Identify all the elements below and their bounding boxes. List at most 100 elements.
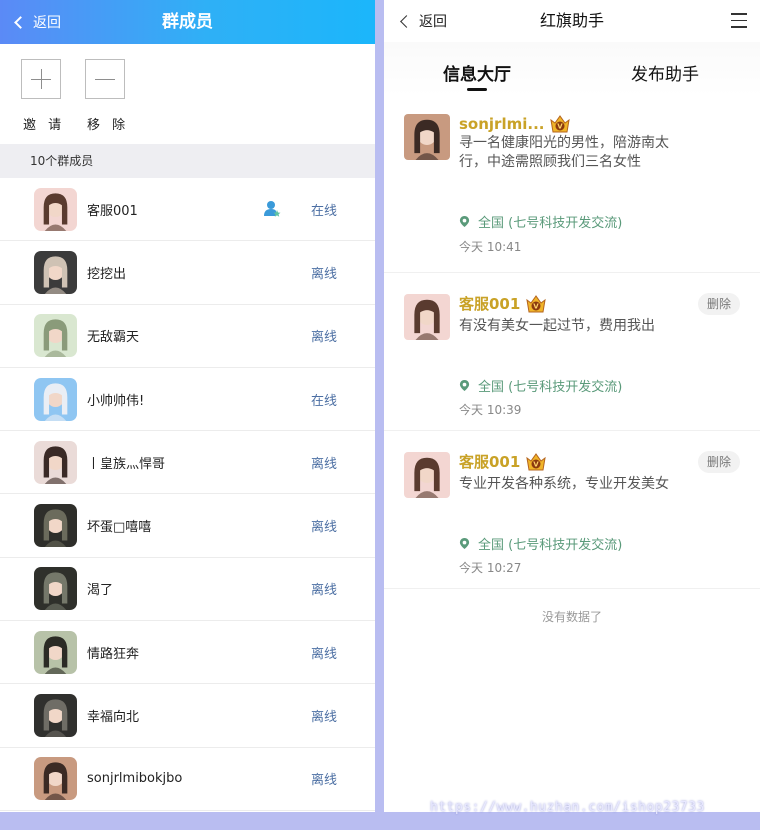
tab-info-hall[interactable]: 信息大厅 <box>443 60 511 91</box>
active-tab-indicator <box>467 88 487 91</box>
vip-crown-icon: V <box>550 115 571 133</box>
location-label: 全国 (七号科技开发交流) <box>478 380 623 395</box>
member-row[interactable]: 无敌霸天 离线 <box>0 305 375 368</box>
member-row[interactable]: sonjrlmibokjbo 离线 <box>0 748 375 811</box>
member-name: 情路狂奔 <box>87 646 140 662</box>
post-author-name: sonjrlmi... <box>459 115 545 133</box>
member-name: sonjrlmibokjbo <box>87 771 183 787</box>
location-label: 全国 (七号科技开发交流) <box>478 216 623 231</box>
member-name: 无敌霸天 <box>87 330 140 346</box>
post-content: 有没有美女一起过节，费用我出 <box>459 318 655 334</box>
member-name: 丨皇族灬悍哥 <box>87 456 166 472</box>
member-row[interactable]: 客服001 在线 <box>0 178 375 242</box>
member-list: 客服001 在线 挖挖出 离线 无敌霸天 离线 小帅帅伟! 在线 丨皇族灬悍哥 离线 坏蛋□嘻嘻 离线… <box>0 178 375 811</box>
post-location: 全国 (七号科技开发交流) <box>459 212 622 231</box>
remove-action[interactable]: 移 除 <box>85 59 125 133</box>
member-row[interactable]: 坏蛋□嘻嘻 离线 <box>0 494 375 558</box>
avatar <box>34 567 77 611</box>
member-status: 离线 <box>311 330 338 346</box>
member-status: 在线 <box>311 393 338 409</box>
location-pin-icon <box>459 538 470 549</box>
chevron-left-icon <box>400 14 413 28</box>
members-header: 返回 群成员 <box>0 0 375 44</box>
post-author-name: 客服001 <box>459 453 521 471</box>
assistant-header: 返回 红旗助手 <box>384 0 760 42</box>
avatar <box>34 250 77 294</box>
member-row[interactable]: 幸福向北 离线 <box>0 684 375 748</box>
member-count-header: 10个群成员 <box>0 144 375 178</box>
location-pin-icon <box>459 380 470 391</box>
member-name: 小帅帅伟! <box>87 393 145 409</box>
user-star-icon <box>264 201 281 217</box>
post-card[interactable]: sonjrlmi... V 寻一名健康阳光的男性，陪游南太行，中途需照顾我们三名女性… <box>384 96 760 273</box>
avatar <box>34 504 77 548</box>
watermark: https://www.huzhan.com/ishop23733 <box>430 800 705 815</box>
tab-publish-assistant[interactable]: 发布助手 <box>631 60 699 85</box>
member-actions: 邀 请 移 除 <box>0 44 375 144</box>
avatar <box>34 187 77 231</box>
member-name: 渴了 <box>87 583 114 599</box>
post-location: 全国 (七号科技开发交流) <box>459 376 622 395</box>
member-status: 离线 <box>311 773 338 789</box>
member-status: 离线 <box>311 583 338 599</box>
location-label: 全国 (七号科技开发交流) <box>478 538 623 553</box>
hamburger-menu-icon[interactable] <box>731 13 747 29</box>
tab-label: 信息大厅 <box>443 65 511 85</box>
avatar <box>404 452 450 498</box>
avatar <box>34 694 77 738</box>
chevron-left-icon <box>14 15 27 29</box>
location-pin-icon <box>459 216 470 227</box>
back-label: 返回 <box>419 14 447 30</box>
svg-text:V: V <box>534 460 540 468</box>
info-hall-panel: 返回 红旗助手 信息大厅 发布助手 sonjrlmi... V 寻一名健康阳光的男性… <box>384 0 760 812</box>
svg-text:V: V <box>534 302 540 310</box>
svg-text:V: V <box>558 123 564 131</box>
back-button[interactable]: 返回 <box>398 0 447 42</box>
invite-action[interactable]: 邀 请 <box>21 59 61 133</box>
avatar <box>34 630 77 674</box>
member-row[interactable]: 丨皇族灬悍哥 离线 <box>0 431 375 495</box>
post-content: 专业开发各种系统，专业开发美女 <box>459 476 669 492</box>
post-time: 今天 10:27 <box>459 561 522 575</box>
avatar <box>34 314 77 358</box>
post-card[interactable]: 客服001 V 有没有美女一起过节，费用我出全国 (七号科技开发交流) 今天 10:3… <box>384 273 760 431</box>
member-status: 离线 <box>311 456 338 472</box>
member-row[interactable]: 渴了 离线 <box>0 558 375 622</box>
member-name: 坏蛋□嘻嘻 <box>87 520 152 536</box>
remove-label: 移 除 <box>87 118 130 133</box>
back-button[interactable]: 返回 <box>12 0 61 44</box>
post-author: 客服001 V <box>459 451 547 472</box>
member-status: 离线 <box>311 710 338 726</box>
tab-label: 发布助手 <box>631 65 699 85</box>
member-name: 客服001 <box>87 203 138 219</box>
post-author: sonjrlmi... V <box>459 114 571 134</box>
post-list: sonjrlmi... V 寻一名健康阳光的男性，陪游南太行，中途需照顾我们三名女性… <box>384 96 760 589</box>
member-status: 离线 <box>311 520 338 536</box>
member-status: 离线 <box>311 266 338 282</box>
member-row[interactable]: 挖挖出 离线 <box>0 241 375 305</box>
member-row[interactable]: 情路狂奔 离线 <box>0 621 375 685</box>
minus-icon <box>95 79 115 80</box>
post-card[interactable]: 客服001 V 专业开发各种系统，专业开发美女全国 (七号科技开发交流) 今天 10:… <box>384 431 760 589</box>
post-content: 寻一名健康阳光的男性，陪游南太行，中途需照顾我们三名女性 <box>459 135 669 170</box>
member-name: 幸福向北 <box>87 710 140 726</box>
avatar <box>404 114 450 160</box>
post-time: 今天 10:39 <box>459 403 522 417</box>
post-location: 全国 (七号科技开发交流) <box>459 534 622 553</box>
post-author-name: 客服001 <box>459 295 521 313</box>
post-author: 客服001 V <box>459 293 547 314</box>
delete-button[interactable]: 删除 <box>698 451 740 473</box>
post-time: 今天 10:41 <box>459 240 522 254</box>
avatar <box>404 294 450 340</box>
group-members-panel: 返回 群成员 邀 请 移 除 10个群成员 客服001 在线 挖挖出 离线 无敌霸天 离线… <box>0 0 375 812</box>
member-row[interactable]: 小帅帅伟! 在线 <box>0 368 375 432</box>
avatar <box>34 757 77 801</box>
avatar <box>34 440 77 484</box>
invite-label: 邀 请 <box>23 118 66 133</box>
remove-button[interactable] <box>85 59 125 99</box>
invite-button[interactable] <box>21 59 61 99</box>
back-label: 返回 <box>33 15 61 31</box>
delete-button[interactable]: 删除 <box>698 293 740 315</box>
member-name: 挖挖出 <box>87 266 127 282</box>
vip-crown-icon: V <box>526 452 547 470</box>
